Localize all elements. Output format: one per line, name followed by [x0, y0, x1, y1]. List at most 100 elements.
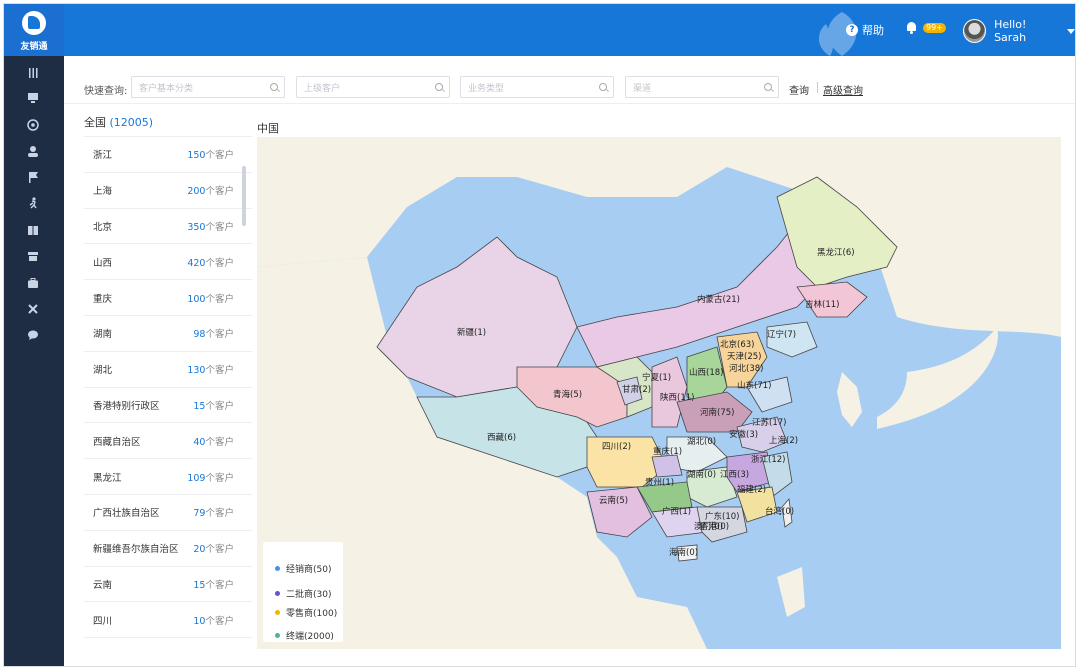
region-list-item[interactable]: 广西壮族自治区 79个客户 [84, 495, 252, 531]
user-icon[interactable] [26, 144, 40, 158]
province-label[interactable]: 安徽(3) [729, 429, 758, 440]
user-menu[interactable]: Hello! Sarah [963, 18, 1075, 44]
notification-button[interactable]: 99+ [906, 22, 946, 34]
region-list-item[interactable]: 香港特别行政区 15个客户 [84, 388, 252, 424]
tools-icon[interactable] [26, 302, 40, 316]
province-label[interactable]: 湖北(0) [687, 437, 716, 447]
province-label[interactable]: 福建(2) [737, 484, 766, 495]
province-label[interactable]: 山西(18) [689, 367, 723, 378]
province-label[interactable]: 陕西(11) [660, 392, 694, 403]
region-list-item[interactable]: 云南 15个客户 [84, 567, 252, 603]
province-label[interactable]: 台湾(0) [765, 506, 794, 517]
province-label[interactable]: 上海(2) [769, 435, 798, 446]
runner-icon[interactable] [26, 196, 40, 210]
flag-icon[interactable] [26, 170, 40, 184]
china-map[interactable]: 黑龙江(6) 内蒙古(21) 吉林(11) 辽宁(7) 新疆(1) 北京(63) 天津(25… [257, 137, 1061, 649]
monitor-icon[interactable] [26, 91, 40, 105]
legend-item-distributor[interactable]: 经销商(50) [275, 562, 331, 575]
region-list-item[interactable]: 黑龙江 109个客户 [84, 459, 252, 495]
province-label[interactable]: 重庆(1) [653, 446, 682, 457]
region-list-item[interactable]: 湖北 130个客户 [84, 352, 252, 388]
bell-icon [906, 22, 917, 34]
region-list-item[interactable]: 新疆维吾尔族自治区 20个客户 [84, 531, 252, 567]
region-count: 100个客户 [187, 291, 234, 305]
main-content: 快速查询: 客户基本分类 上级客户 业务类型 渠道 查询 高级查询 全国 (12… [64, 56, 1075, 666]
book-icon[interactable] [26, 223, 40, 237]
chat-icon[interactable] [26, 328, 40, 342]
region-list-item[interactable]: 重庆 100个客户 [84, 280, 252, 316]
region-name: 浙江 [93, 150, 113, 162]
province-label[interactable]: 黑龙江(6) [817, 247, 855, 258]
region-list-item[interactable]: 四川 10个客户 [84, 602, 252, 639]
province-label[interactable]: 青海(5) [553, 389, 582, 400]
province-label[interactable]: 北京(63) [720, 339, 754, 350]
province-label[interactable]: 澳门(0) [694, 521, 723, 532]
legend-item-wholesaler[interactable]: 二批商(30) [275, 587, 331, 600]
help-label: 帮助 [862, 24, 884, 37]
region-list-item[interactable]: 西藏自治区 40个客户 [84, 423, 252, 460]
province-label[interactable]: 河南(75) [700, 407, 734, 418]
province-label[interactable]: 山东(71) [737, 380, 771, 391]
region-list-item[interactable]: 浙江 150个客户 [84, 137, 252, 173]
province-label[interactable]: 新疆(1) [457, 327, 486, 338]
parent-customer-input[interactable]: 上级客户 [296, 76, 450, 98]
province-label[interactable]: 辽宁(7) [767, 329, 796, 340]
province-label[interactable]: 河北(38) [729, 363, 763, 374]
province-label[interactable]: 吉林(11) [805, 299, 839, 310]
region-list-item[interactable]: 上海 200个客户 [84, 173, 252, 209]
legend-dot-icon [275, 610, 280, 615]
province-label[interactable]: 甘肃(2) [622, 384, 651, 395]
province-label[interactable]: 浙江(12) [751, 454, 785, 465]
region-count-number: 40 [193, 436, 206, 448]
notification-badge: 99+ [923, 23, 946, 33]
customer-category-placeholder: 客户基本分类 [139, 84, 194, 94]
region-list-item[interactable]: 北京 350个客户 [84, 209, 252, 245]
sidebar [4, 56, 64, 666]
legend-label: 二批商(30) [286, 590, 332, 600]
legend-dot-icon [275, 633, 280, 638]
customer-category-input[interactable]: 客户基本分类 [131, 76, 285, 98]
logo[interactable]: 友销通 [4, 4, 64, 56]
region-list: 浙江 150个客户 上海 200个客户 北京 350个客户 山西 420个客户 重庆 100个客户… [84, 136, 252, 666]
province-label[interactable]: 天津(25) [727, 351, 761, 362]
legend-item-retailer[interactable]: 零售商(100) [275, 606, 337, 619]
province-label[interactable]: 内蒙古(21) [697, 294, 740, 305]
province-label[interactable]: 广西(1) [662, 506, 691, 517]
province-label[interactable]: 贵州(1) [645, 477, 674, 488]
province-label[interactable]: 广东(10) [705, 511, 739, 522]
menu-icon[interactable] [26, 66, 40, 80]
legend-item-terminal[interactable]: 终端(2000) [275, 629, 334, 642]
briefcase-icon[interactable] [26, 276, 40, 290]
province-label[interactable]: 海南(0) [669, 547, 698, 558]
scrollbar[interactable] [242, 166, 246, 226]
region-count: 109个客户 [187, 470, 234, 484]
region-count: 130个客户 [187, 362, 234, 376]
province-label[interactable]: 西藏(6) [487, 432, 516, 443]
province-label[interactable]: 湖南(0) [687, 469, 716, 480]
business-type-input[interactable]: 业务类型 [460, 76, 614, 98]
region-count: 350个客户 [187, 219, 234, 233]
store-icon[interactable] [26, 249, 40, 263]
region-list-item[interactable]: 湖南 98个客户 [84, 316, 252, 352]
province-label[interactable]: 江苏(17) [752, 417, 786, 428]
province-label[interactable]: 江西(3) [720, 470, 749, 480]
region-count-unit: 个客户 [205, 329, 234, 341]
province-label[interactable]: 云南(5) [599, 495, 628, 506]
search-icon [435, 83, 443, 91]
region-count-number: 10 [193, 615, 206, 627]
search-icon [270, 83, 278, 91]
region-list-item[interactable]: 山西 420个客户 [84, 244, 252, 281]
target-icon[interactable] [26, 118, 40, 132]
region-list-header[interactable]: 全国 (12005) [84, 114, 153, 130]
region-count-unit: 个客户 [205, 508, 234, 520]
advanced-query-link[interactable]: 高级查询 [823, 82, 863, 97]
province-label[interactable]: 四川(2) [602, 442, 631, 452]
region-count-number: 130 [187, 365, 206, 377]
region-count-unit: 个客户 [205, 400, 234, 412]
province-label[interactable]: 宁夏(1) [642, 372, 671, 383]
channel-input[interactable]: 渠道 [625, 76, 779, 98]
query-button[interactable]: 查询 [789, 82, 809, 97]
region-count-unit: 个客户 [205, 221, 234, 233]
chongqing-region [651, 454, 683, 478]
help-button[interactable]: ? 帮助 [846, 22, 884, 38]
